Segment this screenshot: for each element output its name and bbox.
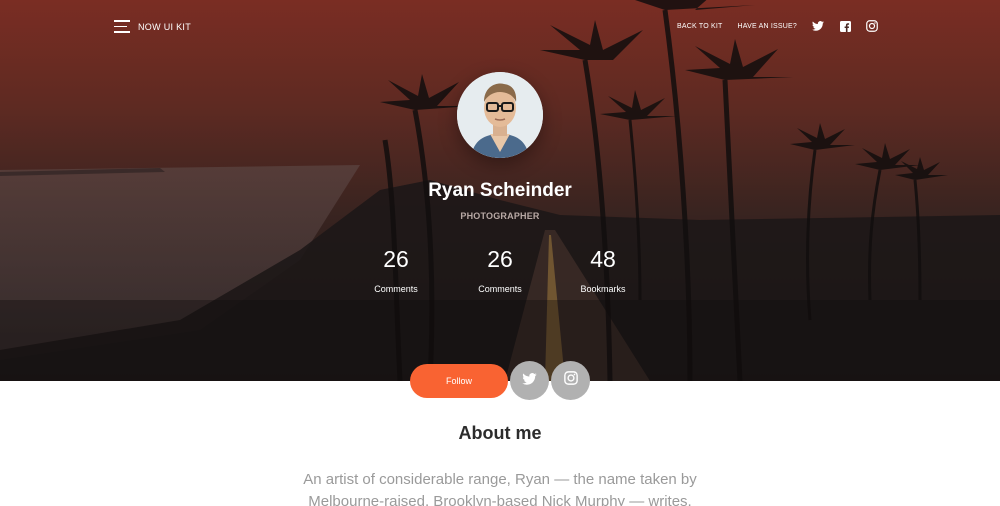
stat-label: Comments <box>374 284 418 294</box>
twitter-icon <box>522 372 537 390</box>
avatar <box>457 72 543 158</box>
profile-header-background: NOW UI KIT BACK TO KIT HAVE AN ISSUE? Ry… <box>0 0 1000 381</box>
stat-label: Comments <box>478 284 522 294</box>
stat-value: 48 <box>590 246 616 272</box>
about-paragraph: An artist of considerable range, Ryan — … <box>303 471 697 506</box>
stat-value: 26 <box>487 246 513 272</box>
follow-button[interactable]: Follow <box>410 364 508 398</box>
profile-role: PHOTOGRAPHER <box>460 211 540 221</box>
brand-name: NOW UI KIT <box>138 21 191 32</box>
stat-comments-2: 26 Comments <box>455 245 545 294</box>
have-an-issue-link[interactable]: HAVE AN ISSUE? <box>738 23 797 30</box>
back-to-kit-link[interactable]: BACK TO KIT <box>677 23 723 30</box>
facebook-icon[interactable] <box>839 20 851 32</box>
stat-label: Bookmarks <box>580 284 626 294</box>
profile-photo <box>457 72 543 158</box>
instagram-icon <box>563 371 578 390</box>
about-heading: About me <box>458 423 542 443</box>
profile-name: Ryan Scheinder <box>428 180 572 201</box>
instagram-button[interactable] <box>551 361 590 400</box>
twitter-button[interactable] <box>510 361 549 400</box>
brand-link[interactable]: NOW UI KIT <box>114 20 191 33</box>
navbar: NOW UI KIT BACK TO KIT HAVE AN ISSUE? <box>0 0 1000 56</box>
stat-bookmarks: 48 Bookmarks <box>558 245 648 294</box>
twitter-icon[interactable] <box>812 20 824 32</box>
stat-value: 26 <box>383 246 409 272</box>
navbar-links: BACK TO KIT HAVE AN ISSUE? <box>677 20 878 32</box>
instagram-icon[interactable] <box>866 20 878 32</box>
menu-icon[interactable] <box>114 20 130 33</box>
stat-comments: 26 Comments <box>351 245 441 294</box>
